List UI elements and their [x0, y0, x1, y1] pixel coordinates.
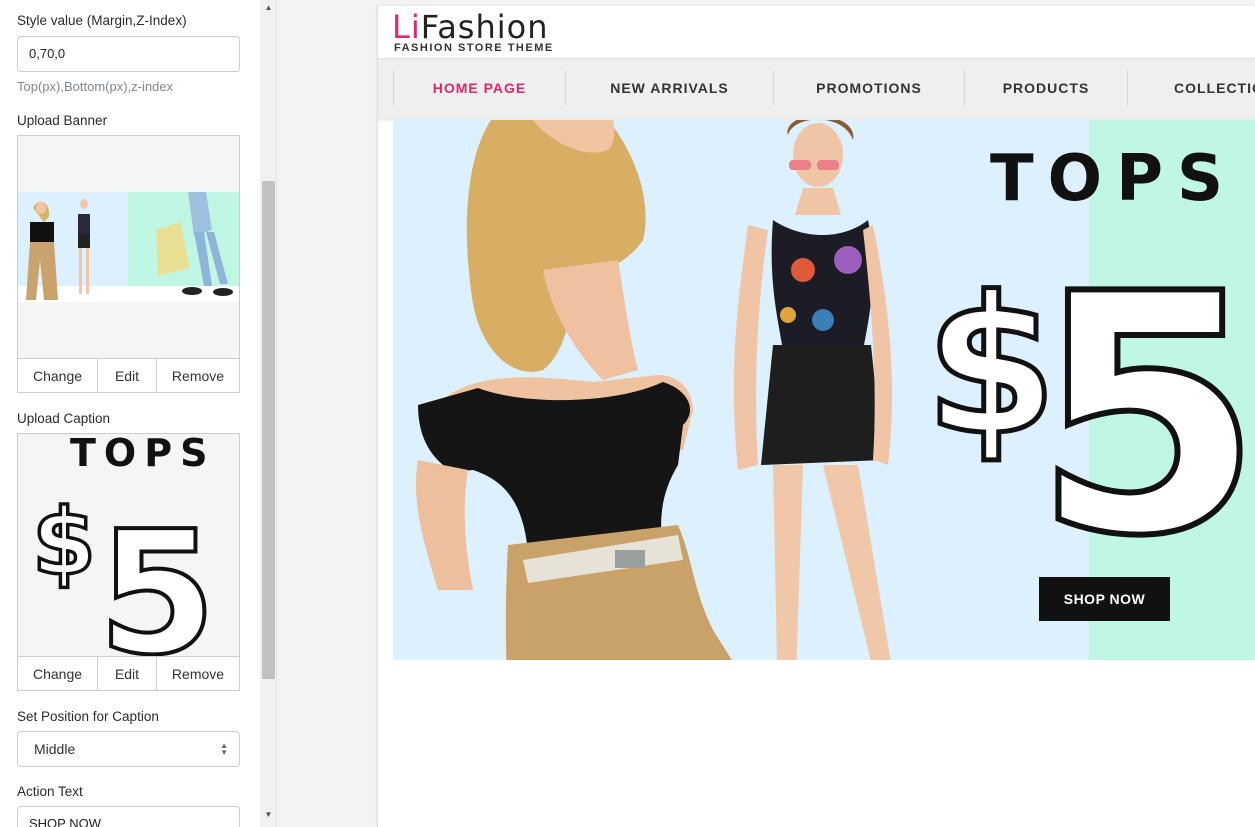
caption-position-label: Set Position for Caption	[17, 709, 159, 724]
scrollbar-thumb[interactable]	[262, 181, 275, 679]
banner-edit-button[interactable]: Edit	[98, 359, 157, 392]
banner-thumbnail-image	[18, 192, 239, 302]
svg-text:5: 5	[1033, 224, 1255, 608]
caption-change-button[interactable]: Change	[18, 657, 98, 690]
banner-change-button[interactable]: Change	[18, 359, 98, 392]
shop-now-button[interactable]: SHOP NOW	[1039, 577, 1170, 621]
caption-thumbnail: TOPS $ 5	[17, 433, 240, 657]
select-arrows-icon: ▲ ▼	[220, 741, 228, 757]
nav-item-promotions[interactable]: PROMOTIONS	[774, 70, 964, 106]
nav-item-home[interactable]: HOME PAGE	[394, 70, 565, 106]
settings-panel: Style value (Margin,Z-Index) 0,70,0 Top(…	[0, 0, 260, 827]
caption-position-select[interactable]: Middle ▲ ▼	[17, 731, 240, 767]
caption-position-value: Middle	[34, 741, 76, 757]
caption-remove-button[interactable]: Remove	[157, 657, 239, 690]
nav-item-collections[interactable]: COLLECTIO	[1174, 70, 1255, 106]
caption-actions: Change Edit Remove	[17, 656, 240, 691]
store-preview: LiFashion FASHION STORE THEME HOME PAGE …	[378, 6, 1255, 827]
action-text-label: Action Text	[17, 784, 83, 799]
upload-banner-label: Upload Banner	[17, 113, 108, 128]
main-nav: HOME PAGE NEW ARRIVALS PROMOTIONS PRODUC…	[378, 58, 1255, 118]
store-logo[interactable]: LiFashion	[392, 8, 549, 46]
logo-prefix: Li	[392, 8, 421, 46]
app-window: { "sidebar": { "style_value": { "label":…	[0, 0, 1255, 827]
logo-main: Fashion	[420, 8, 549, 46]
caption-thumb-price-graphic: $ 5	[30, 487, 218, 657]
banner-actions: Change Edit Remove	[17, 358, 240, 393]
scroll-down-icon[interactable]: ▼	[260, 807, 277, 823]
style-value-input[interactable]: 0,70,0	[17, 36, 240, 72]
style-value-hint: Top(px),Bottom(px),z-index	[17, 79, 174, 94]
nav-item-new-arrivals[interactable]: NEW ARRIVALS	[566, 70, 773, 106]
action-text-input[interactable]: SHOP NOW	[17, 806, 240, 827]
caption-edit-button[interactable]: Edit	[98, 657, 157, 690]
nav-item-products[interactable]: PRODUCTS	[965, 70, 1127, 106]
svg-text:5: 5	[98, 495, 216, 657]
hero-banner[interactable]: TOPS $ 5 SHOP NOW	[393, 120, 1255, 660]
banner-thumbnail	[17, 135, 240, 359]
nav-divider	[1127, 70, 1128, 106]
svg-text:$: $	[32, 489, 96, 596]
banner-remove-button[interactable]: Remove	[157, 359, 239, 392]
scroll-up-icon[interactable]: ▲	[260, 0, 277, 16]
upload-caption-label: Upload Caption	[17, 411, 111, 426]
panel-scrollbar[interactable]: ▲ ▼	[260, 0, 277, 827]
style-value-label: Style value (Margin,Z-Index)	[17, 13, 187, 28]
store-tagline: FASHION STORE THEME	[394, 42, 554, 54]
